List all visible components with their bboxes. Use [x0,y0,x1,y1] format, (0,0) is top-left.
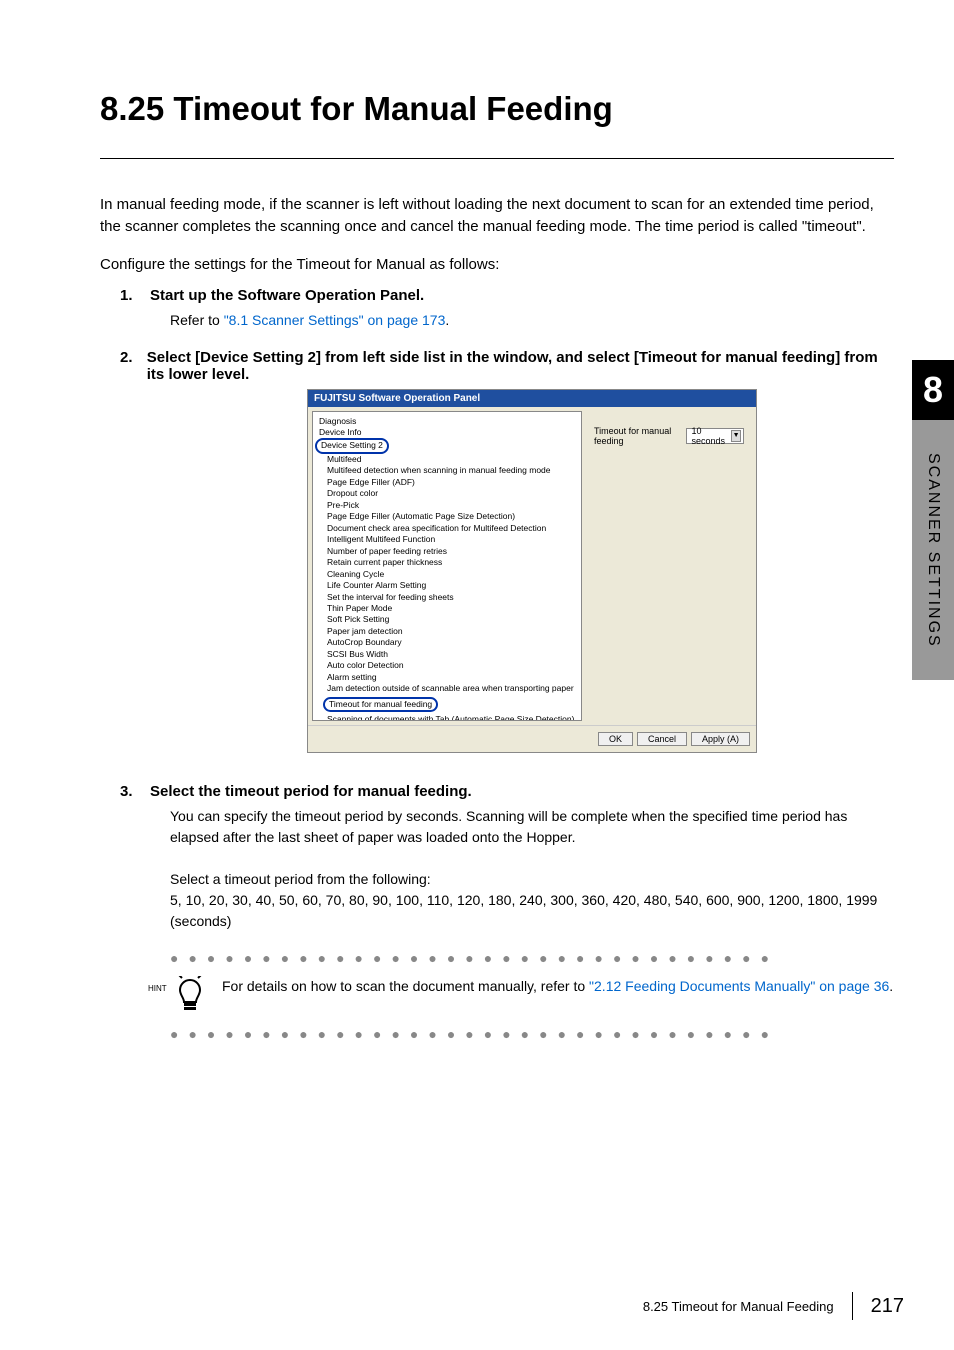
apply-button[interactable]: Apply (A) [691,732,750,746]
hint-text-suffix: . [889,978,893,994]
hint-icon: HINT [170,976,210,1016]
tree-item[interactable]: Diagnosis [319,416,577,427]
divider [100,158,894,159]
tree-list[interactable]: Diagnosis Device Info Device Setting 2 M… [312,411,582,721]
dots-top: ●●●●●●●●●●●●●●●●●●●●●●●●●●●●●●●●● [170,950,894,966]
step-title: Select the timeout period for manual fee… [150,783,472,800]
tree-item[interactable]: Scanning of documents with Tab (Automati… [319,714,577,720]
step-number: 3. [100,783,150,800]
chevron-down-icon: ▼ [731,430,741,442]
intro-text: In manual feeding mode, if the scanner i… [100,194,894,238]
side-tab: 8 SCANNER SETTINGS [912,360,954,680]
text: Select a timeout period from the followi… [170,869,894,890]
tree-item[interactable]: Set the interval for feeding sheets [319,592,577,603]
tree-item[interactable]: Multifeed detection when scanning in man… [319,465,577,476]
step-number: 1. [100,287,150,304]
hint-block: ●●●●●●●●●●●●●●●●●●●●●●●●●●●●●●●●● HINT F… [100,950,894,1042]
step-2: 2. Select [Device Setting 2] from left s… [100,349,894,383]
step-title: Start up the Software Operation Panel. [150,287,424,304]
tree-item[interactable]: Device Info [319,427,577,438]
step-1-body: Refer to "8.1 Scanner Settings" on page … [100,310,894,331]
tree-item[interactable]: Multifeed [319,454,577,465]
step-3: 3. Select the timeout period for manual … [100,783,894,800]
step-number: 2. [100,349,147,383]
tree-item[interactable]: Page Edge Filler (ADF) [319,477,577,488]
tree-item[interactable]: Soft Pick Setting [319,614,577,625]
ok-button[interactable]: OK [598,732,633,746]
footer-text: 8.25 Timeout for Manual Feeding [643,1299,834,1314]
footer: 8.25 Timeout for Manual Feeding 217 [643,1292,904,1320]
chapter-number: 8 [912,360,954,420]
section-title: 8.25 Timeout for Manual Feeding [100,90,894,128]
tree-item[interactable]: Retain current paper thickness [319,557,577,568]
operation-panel-window: FUJITSU Software Operation Panel Diagnos… [307,389,757,753]
tree-item[interactable]: Intelligent Multifeed Function [319,534,577,545]
timeout-label: Timeout for manual feeding [594,426,680,446]
tree-item[interactable]: Auto color Detection [319,660,577,671]
text: . [445,312,449,328]
link-feeding-documents[interactable]: "2.12 Feeding Documents Manually" on pag… [589,978,889,994]
tree-item[interactable]: Jam detection outside of scannable area … [319,683,577,694]
tree-item-timeout[interactable]: Timeout for manual feeding [319,695,577,714]
page-number: 217 [871,1295,904,1318]
timeout-combo[interactable]: 10 seconds ▼ [686,428,744,444]
tree-item[interactable]: Number of paper feeding retries [319,546,577,557]
step-3-body: You can specify the timeout period by se… [100,806,894,932]
tree-item[interactable]: Alarm setting [319,672,577,683]
tree-item[interactable]: AutoCrop Boundary [319,637,577,648]
tree-item[interactable]: Life Counter Alarm Setting [319,580,577,591]
tree-item[interactable]: Page Edge Filler (Automatic Page Size De… [319,511,577,522]
chapter-label: SCANNER SETTINGS [912,420,954,680]
text: 5, 10, 20, 30, 40, 50, 60, 70, 80, 90, 1… [170,890,894,932]
tree-item[interactable]: SCSI Bus Width [319,649,577,660]
tree-item[interactable]: Thin Paper Mode [319,603,577,614]
tree-item[interactable]: Cleaning Cycle [319,569,577,580]
tree-item[interactable]: Dropout color [319,488,577,499]
tree-item-device-setting-2[interactable]: Device Setting 2 [319,438,577,453]
text: You can specify the timeout period by se… [170,806,894,848]
link-scanner-settings[interactable]: "8.1 Scanner Settings" on page 173 [224,312,446,328]
footer-divider [852,1292,853,1320]
window-title: FUJITSU Software Operation Panel [308,390,756,407]
screenshot: FUJITSU Software Operation Panel Diagnos… [100,389,894,753]
hint-text-prefix: For details on how to scan the document … [222,978,589,994]
instruct-text: Configure the settings for the Timeout f… [100,256,894,273]
dots-bottom: ●●●●●●●●●●●●●●●●●●●●●●●●●●●●●●●●● [170,1026,894,1042]
tree-item[interactable]: Paper jam detection [319,626,577,637]
text: Refer to [170,312,224,328]
hint-label: HINT [148,984,167,993]
tree-item[interactable]: Pre-Pick [319,500,577,511]
tree-item[interactable]: Document check area specification for Mu… [319,523,577,534]
step-1: 1. Start up the Software Operation Panel… [100,287,894,304]
step-title: Select [Device Setting 2] from left side… [147,349,894,383]
cancel-button[interactable]: Cancel [637,732,687,746]
